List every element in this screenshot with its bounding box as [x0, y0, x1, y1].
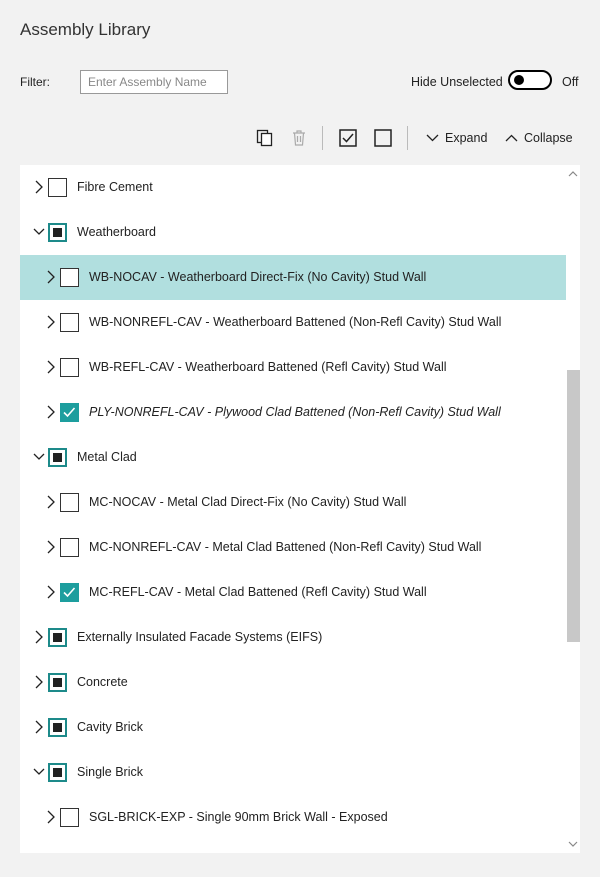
tree-checkbox[interactable] [60, 583, 79, 602]
tree-row[interactable]: Cavity Brick [20, 705, 566, 750]
chevron-right-icon[interactable] [33, 719, 45, 735]
chevron-right-icon[interactable] [45, 584, 57, 600]
expand-button[interactable]: Expand [426, 127, 487, 149]
tree-checkbox[interactable] [60, 358, 79, 377]
chevron-down-icon[interactable] [33, 224, 45, 240]
tree-item-label: Single Brick [77, 765, 143, 779]
chevron-right-icon[interactable] [45, 359, 57, 375]
tree-row[interactable]: WB-NONREFL-CAV - Weatherboard Battened (… [20, 300, 566, 345]
chevron-right-icon[interactable] [45, 809, 57, 825]
checkmark-icon [63, 407, 76, 418]
chevron-right-icon[interactable] [45, 314, 57, 330]
checked-box-icon [339, 129, 357, 147]
tree-row[interactable]: MC-REFL-CAV - Metal Clad Battened (Refl … [20, 570, 566, 615]
collapse-label: Collapse [524, 131, 573, 145]
tree-item-label: Fibre Cement [77, 180, 153, 194]
tree-row[interactable]: MC-NONREFL-CAV - Metal Clad Battened (No… [20, 525, 566, 570]
tree-checkbox[interactable] [48, 763, 67, 782]
check-all-button[interactable] [339, 127, 357, 149]
scroll-up-icon[interactable] [568, 169, 578, 179]
tree-item-label: Externally Insulated Facade Systems (EIF… [77, 630, 323, 644]
toggle-knob [514, 75, 524, 85]
chevron-right-icon[interactable] [45, 269, 57, 285]
checkmark-icon [63, 587, 76, 598]
page-title: Assembly Library [20, 20, 151, 39]
tree-checkbox[interactable] [48, 223, 67, 242]
chevron-right-icon[interactable] [45, 494, 57, 510]
tree-checkbox[interactable] [60, 268, 79, 287]
tree-checkbox[interactable] [60, 313, 79, 332]
tree-item-label: MC-REFL-CAV - Metal Clad Battened (Refl … [89, 585, 427, 599]
tree-row[interactable]: Fibre Cement [20, 165, 566, 210]
tree-row[interactable]: SGL-BRICK-REND - Single 90mm Brick Wall … [20, 840, 566, 853]
delete-button[interactable] [291, 127, 307, 149]
tree-item-label: SGL-BRICK-EXP - Single 90mm Brick Wall -… [89, 810, 388, 824]
vertical-scrollbar[interactable] [566, 165, 580, 853]
filter-label: Filter: [20, 75, 50, 89]
tree-checkbox[interactable] [60, 493, 79, 512]
chevron-up-icon [505, 134, 518, 142]
scroll-down-icon[interactable] [568, 839, 578, 849]
filter-input[interactable] [80, 70, 228, 94]
tree-item-label: Concrete [77, 675, 128, 689]
toolbar-separator [407, 126, 408, 150]
assembly-tree: Fibre Cement Weatherboard WB-NOCAV - Weath… [20, 165, 580, 853]
scroll-thumb[interactable] [567, 370, 580, 642]
tree-item-label: Weatherboard [77, 225, 156, 239]
expand-label: Expand [445, 131, 488, 145]
hide-unselected-state: Off [562, 75, 579, 89]
tree-item-label: Cavity Brick [77, 720, 143, 734]
tree-item-label: MC-NONREFL-CAV - Metal Clad Battened (No… [89, 540, 482, 554]
tree-row[interactable]: WB-NOCAV - Weatherboard Direct-Fix (No C… [20, 255, 566, 300]
hide-unselected-label: Hide Unselected [411, 75, 503, 89]
chevron-down-icon [426, 134, 439, 142]
tree-item-label: WB-REFL-CAV - Weatherboard Battened (Ref… [89, 360, 447, 374]
tree-checkbox[interactable] [48, 718, 67, 737]
chevron-right-icon[interactable] [33, 179, 45, 195]
chevron-right-icon[interactable] [45, 404, 57, 420]
chevron-right-icon[interactable] [33, 629, 45, 645]
toolbar-separator [322, 126, 323, 150]
tree-checkbox[interactable] [60, 808, 79, 827]
collapse-button[interactable]: Collapse [505, 127, 573, 149]
tree-item-label: WB-NONREFL-CAV - Weatherboard Battened (… [89, 315, 502, 329]
hide-unselected-toggle[interactable] [508, 70, 552, 90]
chevron-down-icon[interactable] [33, 764, 45, 780]
tree-row[interactable]: PLY-NONREFL-CAV - Plywood Clad Battened … [20, 390, 566, 435]
tree-item-label: PLY-NONREFL-CAV - Plywood Clad Battened … [89, 405, 501, 419]
tree-row[interactable]: Concrete [20, 660, 566, 705]
tree-row[interactable]: Weatherboard [20, 210, 566, 255]
tree-item-label: MC-NOCAV - Metal Clad Direct-Fix (No Cav… [89, 495, 407, 509]
chevron-right-icon[interactable] [33, 674, 45, 690]
tree-checkbox[interactable] [60, 538, 79, 557]
tree-row[interactable]: MC-NOCAV - Metal Clad Direct-Fix (No Cav… [20, 480, 566, 525]
copy-button[interactable] [256, 127, 274, 149]
tree-row[interactable]: Externally Insulated Facade Systems (EIF… [20, 615, 566, 660]
tree-checkbox[interactable] [48, 673, 67, 692]
tree-row[interactable]: Single Brick [20, 750, 566, 795]
uncheck-all-button[interactable] [374, 127, 392, 149]
copy-icon [256, 129, 273, 147]
chevron-down-icon[interactable] [33, 449, 45, 465]
tree-row[interactable]: WB-REFL-CAV - Weatherboard Battened (Ref… [20, 345, 566, 390]
tree-checkbox[interactable] [48, 448, 67, 467]
tree-checkbox[interactable] [60, 403, 79, 422]
chevron-right-icon[interactable] [45, 539, 57, 555]
tree-row[interactable]: SGL-BRICK-EXP - Single 90mm Brick Wall -… [20, 795, 566, 840]
tree-item-label: Metal Clad [77, 450, 137, 464]
tree-item-label: WB-NOCAV - Weatherboard Direct-Fix (No C… [89, 270, 427, 284]
tree-row[interactable]: Metal Clad [20, 435, 566, 480]
tree-checkbox[interactable] [48, 628, 67, 647]
tree-checkbox[interactable] [48, 178, 67, 197]
empty-box-icon [374, 129, 392, 147]
trash-icon [293, 130, 305, 146]
